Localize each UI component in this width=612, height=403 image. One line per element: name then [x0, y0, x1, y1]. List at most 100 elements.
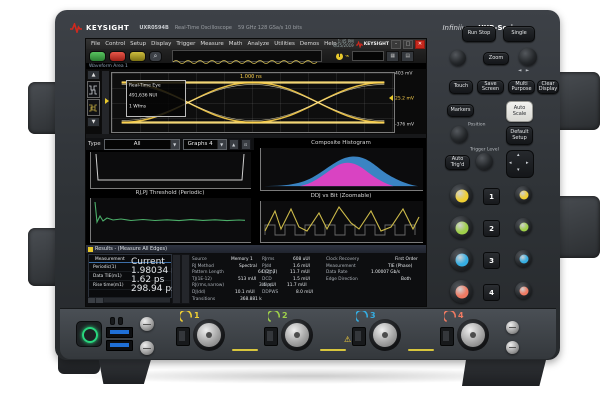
horizontal-position-knob[interactable] — [519, 48, 537, 66]
menu-display[interactable]: Display — [151, 41, 171, 47]
horizontal-scale-knob[interactable] — [450, 50, 466, 66]
ch1-scale-knob[interactable] — [450, 184, 473, 207]
save-screen-button[interactable]: Save Screen — [477, 80, 504, 94]
single-acq-button[interactable] — [129, 50, 146, 62]
eye-diagram-panel[interactable]: ▲ ▼ 1.000 ns Real-Time Eye 491,636 NUI 1… — [86, 69, 426, 135]
position-knob[interactable] — [451, 126, 468, 143]
stop-button[interactable] — [109, 50, 126, 62]
ch4-button[interactable]: 4 — [483, 284, 500, 301]
measurements-table[interactable]: Measurement Current Periodic(1) 1.98034 … — [88, 254, 181, 298]
ch1-button[interactable]: 1 — [483, 188, 500, 205]
nav-up-icon[interactable]: ▴ — [517, 152, 520, 158]
auto-trigd-button[interactable]: Auto Trig'd — [445, 155, 470, 170]
menu-file[interactable]: File — [91, 41, 100, 47]
default-setup-button[interactable]: Default Setup — [506, 126, 533, 145]
histogram-title: Composite Histogram — [311, 140, 371, 146]
ch1-input-connector — [193, 319, 225, 351]
markers-button[interactable]: Markers — [447, 104, 474, 117]
menu-setup[interactable]: Setup — [130, 41, 146, 47]
run-button[interactable] — [89, 50, 106, 62]
panel-toggle-icon[interactable]: ▤ — [401, 50, 415, 62]
touch-button[interactable]: Touch — [449, 80, 473, 94]
close-icon[interactable]: ✕ — [415, 39, 425, 49]
menu-math[interactable]: Math — [229, 41, 243, 47]
ch3-input-label: 3 — [356, 311, 376, 324]
scroll-right-icon[interactable] — [96, 297, 103, 303]
vertical-tab[interactable] — [181, 254, 190, 304]
trigger-source-icon[interactable]: T — [336, 52, 343, 60]
panel-screw — [506, 321, 519, 334]
chevron-down-icon[interactable]: ▼ — [169, 139, 179, 149]
navigation-pad[interactable]: ▴ ▾ ◂ ▸ — [506, 150, 534, 178]
ch4-scale-knob[interactable] — [450, 280, 473, 303]
eye-thumbnail-icon[interactable] — [87, 99, 100, 116]
horizontal-scrollbar[interactable] — [88, 297, 170, 303]
eye-info-box: Real-Time Eye 491,636 NUI 1 Wfms — [126, 80, 186, 118]
trigger-level-label: Trigger Level — [470, 147, 499, 152]
trigger-level-box[interactable] — [352, 51, 385, 61]
model-specs: 59 GHz 128 GSa/s 10 bits — [237, 25, 302, 31]
single-button[interactable]: Single — [503, 26, 535, 42]
clear-display-button[interactable]: Clear Display — [537, 80, 559, 94]
graphs-dropdown[interactable]: Graphs 4 ▼ — [182, 138, 227, 150]
rjpj-title: RJ,PJ Threshold (Periodic) — [135, 190, 205, 196]
nav-right-icon[interactable]: ▸ — [526, 160, 529, 166]
nav-down-icon[interactable]: ▾ — [517, 167, 520, 173]
run-stop-button[interactable]: Run Stop — [462, 26, 496, 42]
type-dropdown[interactable]: All ▼ — [103, 138, 180, 150]
ch2-button[interactable]: 2 — [483, 220, 500, 237]
ch4-probe-connector — [440, 327, 454, 346]
ch4-offset-knob[interactable] — [515, 282, 532, 299]
status-led — [110, 317, 115, 325]
ground-marker-icon — [105, 98, 109, 104]
waveform-preview-icon — [172, 60, 318, 64]
trigger-level-knob[interactable] — [476, 153, 493, 170]
rjpj-plot[interactable] — [90, 198, 251, 243]
display-screen[interactable]: File Control Setup Display Trigger Measu… — [85, 38, 427, 307]
down-arrow-icon[interactable]: ▼ — [87, 117, 100, 127]
menu-utilities[interactable]: Utilities — [274, 41, 295, 47]
ch2-offset-knob[interactable] — [515, 218, 532, 235]
vertical-tab[interactable] — [172, 254, 181, 304]
status-led — [118, 317, 123, 325]
composite-histogram-plot[interactable] — [260, 148, 423, 191]
menu-analyze[interactable]: Analyze — [248, 41, 270, 47]
eye-thumbnail-icon[interactable] — [87, 81, 100, 98]
magnifier-icon[interactable]: ⌕ — [149, 50, 162, 62]
minimize-icon[interactable]: – — [391, 39, 401, 49]
waveform-preview-strip[interactable] — [172, 50, 322, 64]
grid-layout-icon[interactable]: ▦ — [386, 50, 400, 62]
ch2-input-connector — [281, 319, 313, 351]
ch2-scale-knob[interactable] — [450, 216, 473, 239]
power-button[interactable] — [76, 321, 102, 347]
menu-demos[interactable]: Demos — [300, 41, 319, 47]
pin-icon[interactable]: ⊡ — [240, 138, 251, 150]
col-measurement: Measurement — [95, 256, 125, 261]
auto-scale-button[interactable]: Auto Scale — [506, 101, 533, 122]
menu-measure[interactable]: Measure — [200, 41, 223, 47]
maximize-icon[interactable]: □ — [403, 39, 413, 49]
ch3-offset-knob[interactable] — [515, 250, 532, 267]
table-row[interactable]: Rise time(m1) 298.94 ps — [89, 281, 176, 294]
ch3-button[interactable]: 3 — [483, 252, 500, 269]
ddj-title: DDJ vs Bit (Zoomable) — [310, 193, 372, 199]
ddj-plot[interactable] — [260, 201, 423, 243]
ch3-scale-knob[interactable] — [450, 248, 473, 271]
ch4-input-label: 4 — [444, 311, 464, 324]
nav-left-icon[interactable]: ◂ — [509, 160, 512, 166]
collapse-icon[interactable]: ▲ — [228, 138, 239, 150]
menu-trigger[interactable]: Trigger — [176, 41, 195, 47]
chevron-down-icon[interactable]: ▼ — [216, 139, 226, 149]
time-cursor-label: 1.000 ns — [240, 74, 262, 80]
menu-control[interactable]: Control — [105, 41, 125, 47]
bathtub-plot[interactable] — [90, 152, 251, 189]
y-axis-bottom-label: -376 mV — [395, 122, 415, 127]
multi-purpose-button[interactable]: Multi Purpose — [508, 80, 535, 94]
trigger-slope-icon[interactable]: ⌁ — [345, 52, 349, 60]
waveform-selector-sidebar: ▲ ▼ — [87, 70, 100, 133]
zoom-button[interactable]: Zoom — [483, 52, 509, 65]
scroll-left-icon[interactable] — [88, 297, 95, 303]
eye-plot[interactable]: 1.000 ns Real-Time Eye 491,636 NUI 1 Wfm… — [111, 72, 395, 133]
ch1-offset-knob[interactable] — [515, 186, 532, 203]
up-arrow-icon[interactable]: ▲ — [87, 70, 100, 80]
